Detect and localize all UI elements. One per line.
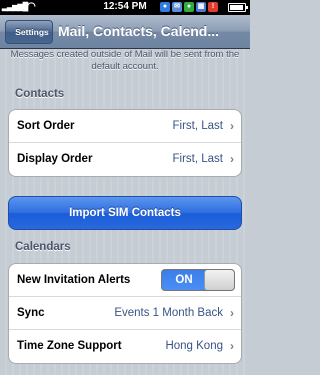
battery-icon <box>228 3 248 12</box>
mail-icon: ✉ <box>172 2 182 12</box>
time-zone-support-value: Hong Kong <box>165 340 223 352</box>
toggle-knob[interactable] <box>204 270 234 290</box>
time-zone-support-row[interactable]: Time Zone Support Hong Kong › <box>9 330 241 363</box>
import-sim-contacts-button[interactable]: Import SIM Contacts <box>8 196 242 230</box>
sort-order-row[interactable]: Sort Order First, Last › <box>9 110 241 143</box>
new-invitation-alerts-label: New Invitation Alerts <box>17 274 131 286</box>
calendars-section-header: Calendars <box>15 241 71 253</box>
sort-order-value: First, Last <box>172 120 223 132</box>
display-order-row[interactable]: Display Order First, Last › <box>9 143 241 176</box>
alert-icon: ! <box>208 2 218 12</box>
calendar-icon: ▦ <box>196 2 206 12</box>
calendars-group: New Invitation Alerts ON Sync Events 1 M… <box>8 263 242 364</box>
chevron-right-icon: › <box>230 152 234 166</box>
chevron-right-icon: › <box>230 119 234 133</box>
sync-value: Events 1 Month Back <box>114 307 223 319</box>
sync-row[interactable]: Sync Events 1 Month Back › <box>9 297 241 330</box>
new-invitation-alerts-row: New Invitation Alerts ON <box>9 264 241 297</box>
status-bar: ▂▃▅▆█ ◠ 12:54 PM ● ✉ ● ▦ ! <box>0 0 250 15</box>
battery-level <box>230 5 243 10</box>
toggle-on-label: ON <box>175 274 193 286</box>
new-invitation-alerts-toggle[interactable]: ON <box>161 269 235 291</box>
navigation-bar: Settings Mail, Contacts, Calend... <box>0 15 250 49</box>
display-order-value: First, Last <box>172 153 223 165</box>
chevron-right-icon: › <box>230 339 234 353</box>
sort-order-label: Sort Order <box>17 120 75 132</box>
chevron-right-icon: › <box>230 306 234 320</box>
display-order-label: Display Order <box>17 153 93 165</box>
chat-bubble-icon: ● <box>160 2 170 12</box>
sync-label: Sync <box>17 307 45 319</box>
contacts-group: Sort Order First, Last › Display Order F… <box>8 109 242 177</box>
time-zone-support-label: Time Zone Support <box>17 340 122 352</box>
contacts-section-header: Contacts <box>15 88 65 100</box>
messages-icon: ● <box>184 2 194 12</box>
settings-back-button[interactable]: Settings <box>5 20 53 44</box>
default-account-note: Messages created outside of Mail will be… <box>10 49 240 72</box>
page-title: Mail, Contacts, Calend... <box>58 23 220 39</box>
